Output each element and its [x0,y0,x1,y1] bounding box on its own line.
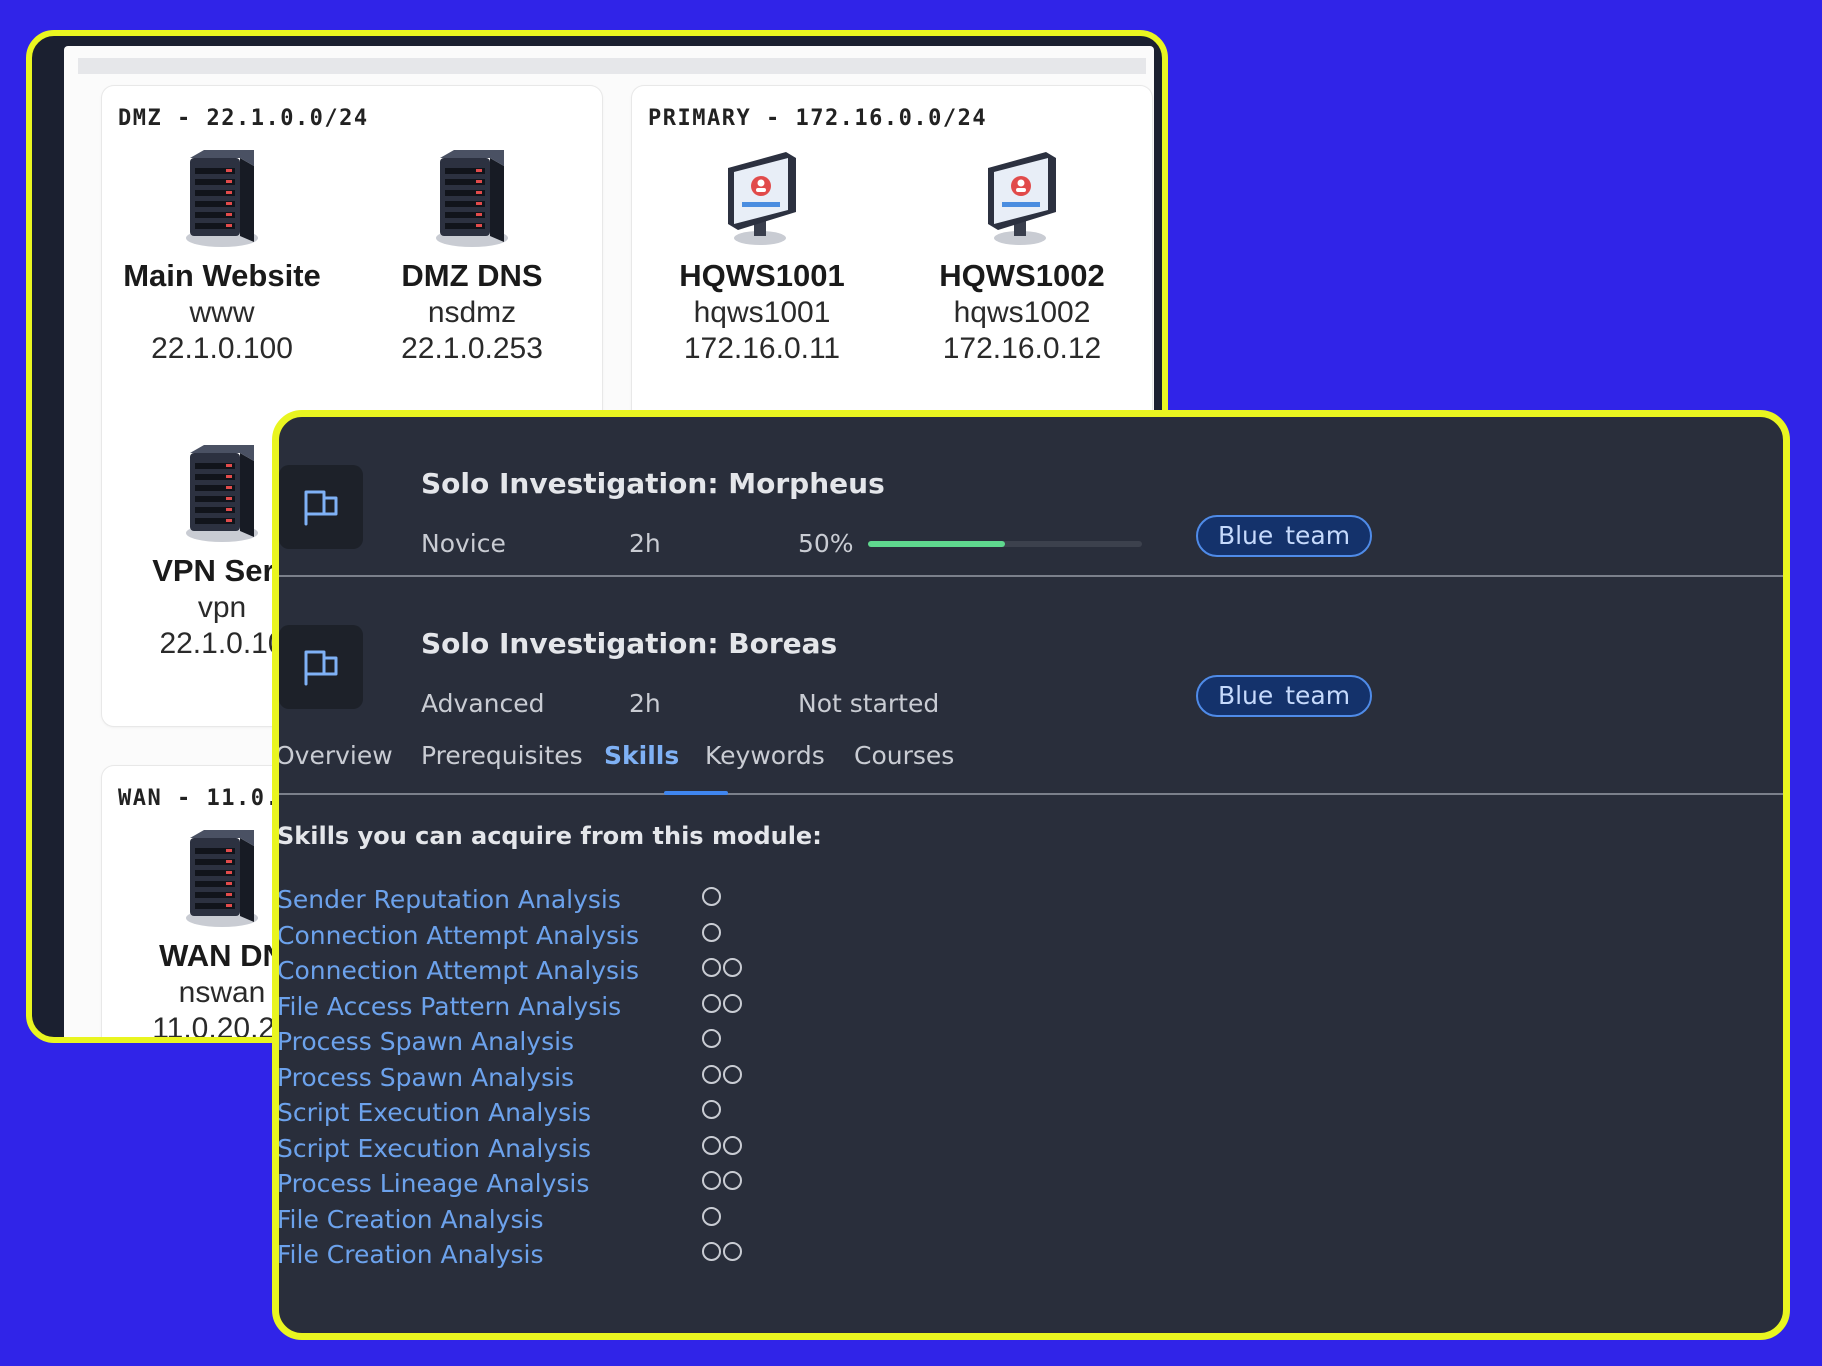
skill-link[interactable]: Script Execution Analysis [279,1134,591,1163]
flag-icon [304,490,338,526]
module-level: Novice [421,529,506,558]
skill-level-indicator [702,1100,721,1119]
skill-level-indicator [702,887,721,906]
skill-link[interactable]: Process Spawn Analysis [279,1027,574,1056]
module-row[interactable]: Solo Investigation: Boreas Advanced 2h N… [279,577,1783,735]
zone-label: PRIMARY - 172.16.0.0/24 [648,106,988,131]
host-ip: 172.16.0.11 [683,332,841,365]
host-dmz-dns[interactable]: DMZ DNS nsdmz 22.1.0.253 [362,146,582,366]
flag-icon [304,650,338,686]
skill-link[interactable]: File Access Pattern Analysis [279,992,621,1021]
skill-level-dot [702,922,721,942]
host-ip: 22.1.0.253 [401,332,543,365]
module-panel: Solo Investigation: Morpheus Novice 2h 5… [272,410,1790,1340]
module-icon-tile [279,625,363,709]
tab-courses[interactable]: Courses [854,741,954,770]
module-tabs: Overview Prerequisites Skills Keywords C… [279,737,1783,795]
skill-level-dot [702,1100,721,1119]
host-hostname: hqws1002 [953,296,1091,329]
progress-bar [868,541,1142,547]
module-row[interactable]: Solo Investigation: Morpheus Novice 2h 5… [279,417,1783,577]
skill-link[interactable]: Connection Attempt Analysis [279,921,639,950]
module-duration: 2h [629,689,661,718]
skill-level-dot [723,993,742,1013]
skill-level-indicator [702,993,742,1013]
map-toolbar [78,58,1146,74]
skill-level-indicator [702,1064,742,1084]
host-ip: 172.16.0.12 [942,332,1102,365]
module-level: Advanced [421,689,545,718]
skill-link[interactable]: Script Execution Analysis [279,1098,591,1127]
active-tab-indicator [664,791,728,795]
team-badge: Blue team [1196,675,1372,717]
module-title[interactable]: Solo Investigation: Boreas [421,627,837,660]
skill-link[interactable]: Process Spawn Analysis [279,1063,574,1092]
skill-level-dot [702,1171,721,1190]
skill-link[interactable]: File Creation Analysis [279,1205,544,1234]
host-main-website[interactable]: Main Website www 22.1.0.100 [112,146,332,366]
module-progress-label: Not started [798,689,940,718]
server-icon [186,445,258,542]
server-icon [186,150,258,247]
skill-level-indicator [702,1242,742,1261]
host-name: HQWS1001 [679,258,845,293]
host-ip: 22.1.0.100 [151,332,293,365]
host-hostname: hqws1001 [693,296,831,329]
skill-level-indicator [702,1206,721,1226]
skill-level-indicator [702,1029,721,1048]
host-name: Main Website [123,258,321,293]
skill-level-dot [723,1064,742,1084]
host-hostname: nsdmz [427,296,517,329]
skills-heading: Skills you can acquire from this module: [277,822,822,850]
host-name: DMZ DNS [401,258,543,293]
skill-level-dot [702,1064,721,1084]
module-duration: 2h [629,529,661,558]
host-hqws1001[interactable]: HQWS1001 hqws1001 172.16.0.11 [652,146,872,366]
skill-level-dot [702,993,721,1013]
skill-level-dot [702,1242,721,1261]
skill-level-dot [723,1171,742,1190]
module-progress-label: 50% [798,529,854,558]
skill-level-dot [723,1135,742,1155]
skill-link[interactable]: File Creation Analysis [279,1240,544,1269]
skill-level-indicator [702,958,742,977]
skill-level-dot [723,1242,742,1261]
skill-level-dot [723,958,742,977]
skill-link[interactable]: Sender Reputation Analysis [279,885,621,914]
skill-level-indicator [702,1171,742,1190]
skill-link[interactable]: Connection Attempt Analysis [279,956,639,985]
progress-bar-fill [868,541,1005,547]
skill-level-dot [702,1206,721,1226]
skill-level-indicator [702,922,721,942]
team-badge: Blue team [1196,515,1372,557]
skill-level-dot [702,958,721,977]
workstation-icon [988,152,1056,245]
server-icon [436,150,508,247]
server-icon [186,830,258,927]
host-hqws1002[interactable]: HQWS1002 hqws1002 172.16.0.12 [912,146,1132,366]
skill-level-dot [702,887,721,906]
zone-label: DMZ - 22.1.0.0/24 [118,106,369,131]
tab-overview[interactable]: Overview [279,741,393,770]
tab-skills[interactable]: Skills [604,741,679,770]
skill-level-indicator [702,1135,742,1155]
module-icon-tile [279,465,363,549]
module-title[interactable]: Solo Investigation: Morpheus [421,467,885,500]
host-name: HQWS1002 [939,258,1105,293]
tab-prerequisites[interactable]: Prerequisites [421,741,583,770]
zone-label: WAN - 11.0.0 [118,786,295,811]
skill-level-dot [702,1135,721,1155]
skill-link[interactable]: Process Lineage Analysis [279,1169,589,1198]
skill-level-dot [702,1029,721,1048]
tab-keywords[interactable]: Keywords [705,741,825,770]
workstation-icon [728,152,796,245]
host-hostname: www [189,296,255,329]
